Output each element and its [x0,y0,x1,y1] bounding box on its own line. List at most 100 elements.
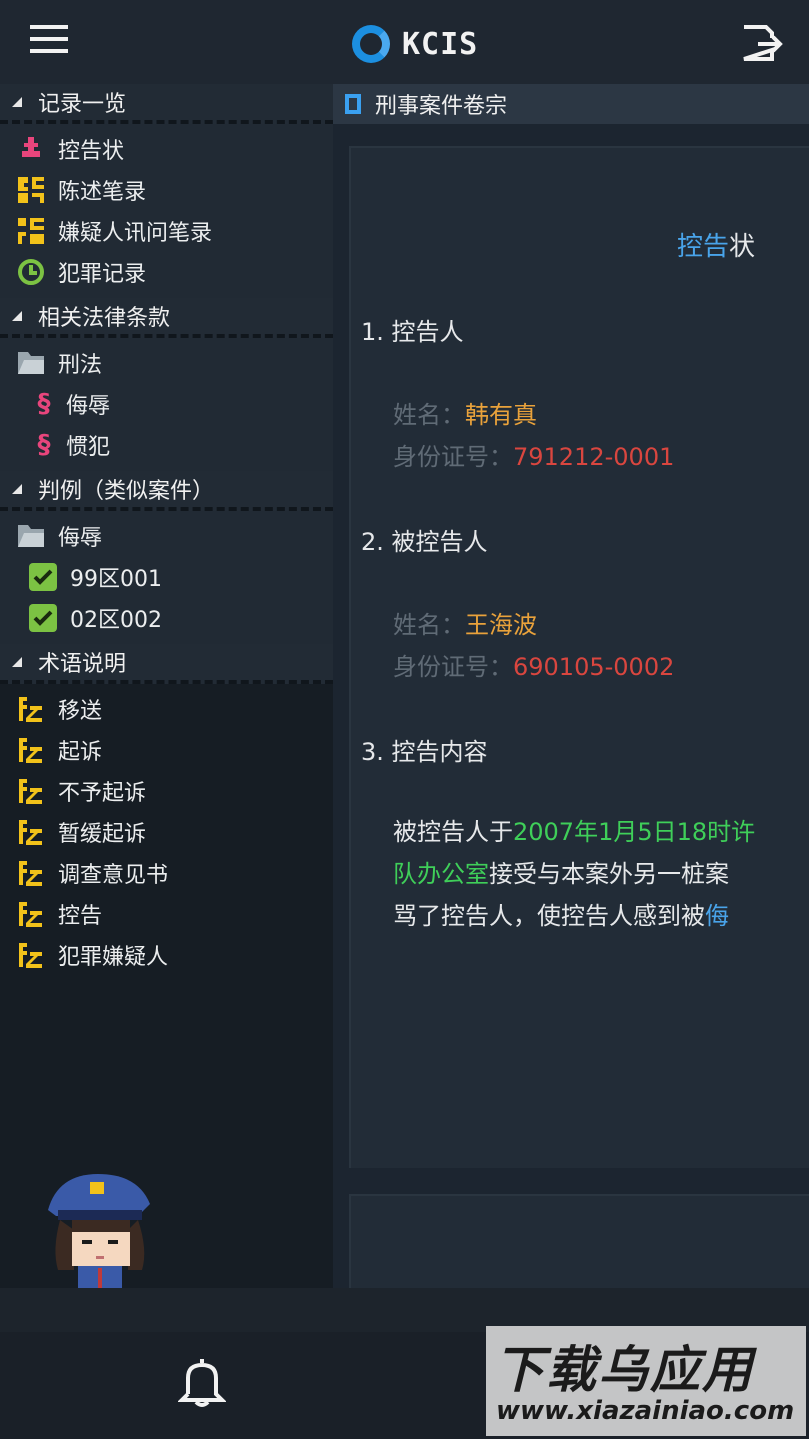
section-heading-content: 3. 控告内容 [361,738,488,766]
item-label: 02区002 [70,607,162,633]
item-label: 惯犯 [66,434,111,460]
collapse-triangle-icon[interactable] [12,657,22,667]
document-tab-title: 刑事案件卷宗 [375,94,508,119]
law-item-insult[interactable]: § 侮辱 [0,383,333,424]
section-heading-defendant: 2. 被控告人 [361,528,488,556]
term-item[interactable]: 暂缓起诉 [0,811,333,852]
folder-icon [18,351,44,374]
section-sign-icon: § [37,429,51,460]
date-highlight[interactable]: 2007年1月5日18时许 [513,818,755,846]
complaint-icon [22,136,40,157]
defendant-name-row: 姓名：王海波 [393,605,537,640]
content-line-2: 队办公室接受与本案外另一桩案 [393,853,729,895]
section-title: 判例（类似案件） [38,479,215,504]
term-icon [19,819,42,845]
document-title: 控告状 [677,226,755,263]
section-sign-icon: § [37,388,51,419]
term-icon [19,901,42,927]
id-label: 身份证号： [393,653,513,681]
folder-criminal-law[interactable]: 刑法 [0,342,333,383]
content-text: 骂了控告人，使控告人感到被 [393,902,705,930]
bell-icon[interactable] [178,1356,226,1408]
section-header-records[interactable]: 记录一览 [0,84,333,124]
sidebar-item-interrogation[interactable]: 嫌疑人讯问笔录 [0,210,333,251]
checkbox-checked-icon[interactable] [28,562,58,592]
section-precedents-list: 侮辱 99区001 02区002 [0,511,333,644]
section-header-laws[interactable]: 相关法律条款 [0,298,333,338]
watermark-logo: 下载乌应用 www.xiazainiao.com [486,1326,806,1436]
sidebar-item-criminal-record[interactable]: 犯罪记录 [0,251,333,292]
precedent-item-02-002[interactable]: 02区002 [0,597,333,638]
record-clock-icon [18,258,44,285]
item-label: 嫌疑人讯问笔录 [58,220,213,246]
name-label: 姓名： [393,611,465,639]
insult-highlight[interactable]: 侮 [705,902,729,930]
title-highlight-link[interactable]: 控告 [677,232,729,262]
app-logo: KCIS [352,24,478,64]
item-label: 暂缓起诉 [58,821,147,847]
plaintiff-id-row: 身份证号：791212-0001 [393,437,674,472]
term-item[interactable]: 不予起诉 [0,770,333,811]
folder-icon [18,524,44,547]
term-item[interactable]: 调查意见书 [0,852,333,893]
item-label: 控告 [58,903,103,929]
watermark-url: www.xiazainiao.com [496,1396,795,1426]
section-title: 记录一览 [38,92,127,117]
item-label: 99区001 [70,566,162,592]
collapse-triangle-icon[interactable] [12,97,22,107]
section-header-terms[interactable]: 术语说明 [0,644,333,684]
item-label: 起诉 [58,739,103,765]
content-line-1: 被控告人于2007年1月5日18时许 [393,811,755,853]
section-title: 相关法律条款 [38,306,171,331]
document-tab-header[interactable]: 刑事案件卷宗 [333,84,809,124]
collapse-triangle-icon[interactable] [12,311,22,321]
plaintiff-name-row: 姓名：韩有真 [393,395,537,430]
term-icon [19,860,42,886]
item-label: 侮辱 [66,393,111,419]
term-icon [19,737,42,763]
folder-insult[interactable]: 侮辱 [0,515,333,556]
term-item[interactable]: 犯罪嫌疑人 [0,934,333,975]
place-highlight[interactable]: 队办公室 [393,860,489,888]
precedent-item-99-001[interactable]: 99区001 [0,556,333,597]
title-rest: 状 [729,232,756,262]
document-icon [345,94,361,114]
content-text: 接受与本案外另一桩案 [489,860,729,888]
law-item-habitual[interactable]: § 惯犯 [0,424,333,465]
folder-label: 刑法 [58,352,103,378]
logo-mark-icon [352,25,390,63]
term-icon [19,778,42,804]
statement-icon [18,176,44,203]
plaintiff-name[interactable]: 韩有真 [465,401,537,429]
logo-text: KCIS [402,26,479,62]
item-label: 调查意见书 [58,862,169,888]
term-icon [19,942,42,968]
content-line-3: 骂了控告人，使控告人感到被侮 [393,895,729,937]
top-bar: KCIS [0,0,809,84]
defendant-id[interactable]: 690105-0002 [513,653,674,681]
term-item[interactable]: 起诉 [0,729,333,770]
sidebar: 记录一览 控告状 陈述笔录 嫌疑人讯问笔录 犯罪记录 相关法律条款 刑法 § 侮 [0,84,333,1288]
sidebar-item-complaint[interactable]: 控告状 [0,128,333,169]
term-icon [19,696,42,722]
folder-label: 侮辱 [58,525,103,551]
section-header-precedents[interactable]: 判例（类似案件） [0,471,333,511]
document-viewer[interactable]: 控告状 1. 控告人 姓名：韩有真 身份证号：791212-0001 2. 被控… [333,124,809,1288]
checkbox-checked-icon[interactable] [28,603,58,633]
interrogation-icon [18,217,44,244]
watermark-title: 下载乌应用 [494,1341,754,1399]
defendant-name[interactable]: 王海波 [465,611,537,639]
term-item[interactable]: 控告 [0,893,333,934]
hamburger-menu-icon[interactable] [30,25,68,59]
item-label: 移送 [58,698,103,724]
collapse-triangle-icon[interactable] [12,484,22,494]
plaintiff-id[interactable]: 791212-0001 [513,443,674,471]
sidebar-item-statement[interactable]: 陈述笔录 [0,169,333,210]
logout-icon[interactable] [740,24,784,62]
item-label: 犯罪记录 [58,261,147,287]
term-item[interactable]: 移送 [0,688,333,729]
defendant-id-row: 身份证号：690105-0002 [393,647,674,682]
item-label: 不予起诉 [58,780,147,806]
section-terms-list: 移送 起诉 不予起诉 暂缓起诉 调查意见书 控告 犯罪嫌疑人 [0,684,333,981]
section-title: 术语说明 [38,652,127,677]
